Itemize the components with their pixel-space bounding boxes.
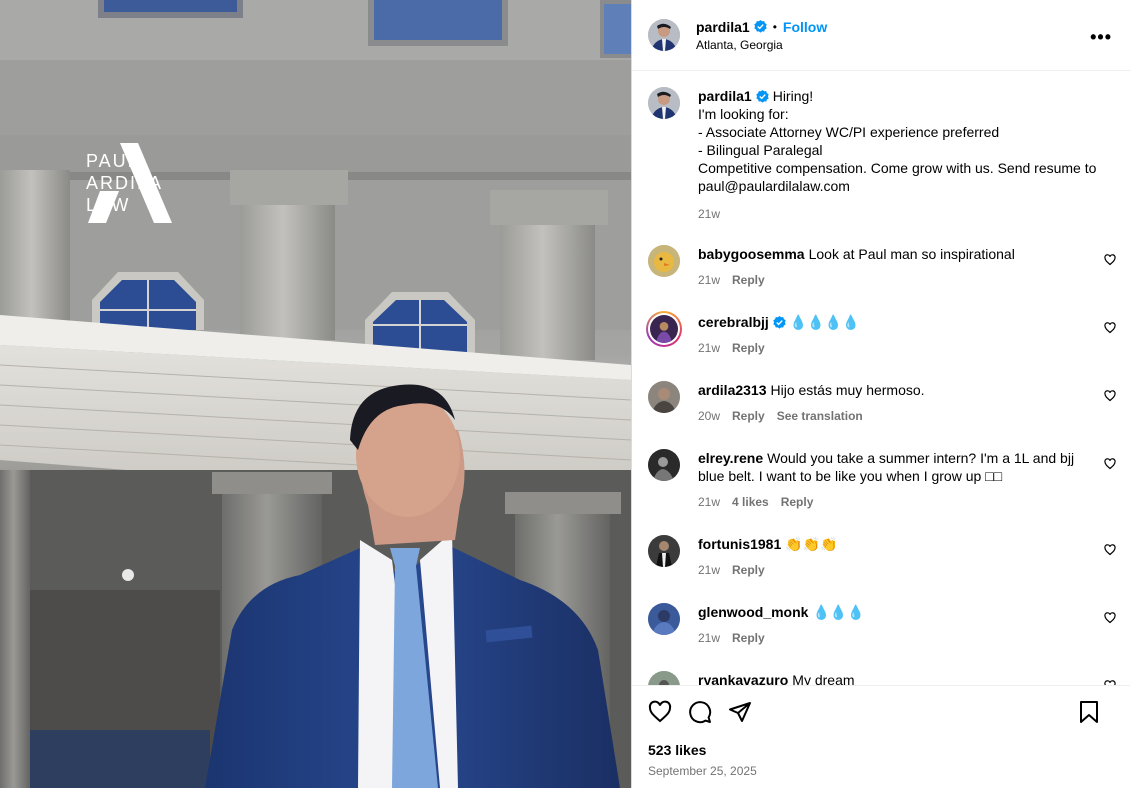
comment: glenwood_monk 💧💧💧 21w Reply	[632, 603, 1130, 647]
post-actions	[648, 686, 1114, 738]
reply-button[interactable]: Reply	[732, 629, 765, 647]
comment-text: My dream	[792, 672, 855, 685]
caption-line: I'm looking for:	[698, 106, 789, 122]
like-comment-heart-icon[interactable]	[1104, 612, 1116, 624]
caption-username[interactable]: pardila1	[698, 88, 752, 104]
see-translation-button[interactable]: See translation	[777, 407, 863, 425]
comment-timestamp[interactable]: 21w	[698, 339, 720, 357]
commenter-avatar	[650, 315, 678, 343]
reply-button[interactable]: Reply	[732, 407, 765, 425]
author-username[interactable]: pardila1	[696, 19, 750, 35]
brand-logo: PAUL ARDILA LAW	[86, 143, 172, 223]
commenter-avatar[interactable]	[648, 603, 680, 635]
like-comment-heart-icon[interactable]	[1104, 458, 1116, 470]
caption-line: - Bilingual Paralegal	[698, 142, 823, 158]
comment-username[interactable]: ardila2313	[698, 382, 767, 398]
comment: babygoosemma Look at Paul man so inspirat…	[632, 245, 1130, 289]
brand-a-mark-icon	[88, 143, 172, 223]
commenter-avatar[interactable]	[648, 245, 680, 277]
comment-username[interactable]: cerebralbjj	[698, 314, 769, 330]
caption-line: - Associate Attorney WC/PI experience pr…	[698, 124, 1000, 140]
caption-line: Hiring!	[772, 88, 814, 104]
commenter-avatar[interactable]	[648, 381, 680, 413]
like-comment-heart-icon[interactable]	[1104, 254, 1116, 266]
save-bookmark-icon[interactable]	[1078, 700, 1100, 724]
comment-text: 💧💧💧💧	[789, 314, 860, 330]
comment-username[interactable]: elrey.rene	[698, 450, 763, 466]
share-send-icon[interactable]	[728, 700, 752, 724]
like-comment-heart-icon[interactable]	[1104, 322, 1116, 334]
caption-timestamp[interactable]: 21w	[698, 205, 720, 223]
reply-button[interactable]: Reply	[781, 493, 814, 511]
reply-button[interactable]: Reply	[732, 339, 765, 357]
post-sidebar: pardila1 • Follow Atlanta, Georgia ••• p…	[631, 0, 1130, 788]
comment-text: 👏👏👏	[785, 536, 838, 552]
comment-text: Look at Paul man so inspirational	[808, 246, 1015, 262]
comment-timestamp[interactable]: 21w	[698, 561, 720, 579]
reply-button[interactable]: Reply	[732, 271, 765, 289]
comment: ardila2313 Hijo estás muy hermoso. 20w Rep…	[632, 381, 1130, 425]
comments-list[interactable]: pardila1 Hiring! I'm looking for: - Assoc…	[632, 71, 1130, 685]
comment: fortunis1981 👏👏👏 21w Reply	[632, 535, 1130, 579]
post-location[interactable]: Atlanta, Georgia	[696, 38, 827, 52]
comment-timestamp[interactable]: 21w	[698, 493, 720, 511]
post-image[interactable]: PAUL ARDILA LAW	[0, 0, 631, 788]
author-avatar[interactable]	[648, 87, 680, 119]
comment-username[interactable]: glenwood_monk	[698, 604, 808, 620]
comment-likes-count[interactable]: 4 likes	[732, 493, 769, 511]
comment-text: 💧💧💧	[812, 604, 865, 620]
post-caption: pardila1 Hiring! I'm looking for: - Assoc…	[632, 87, 1130, 223]
separator-dot: •	[772, 19, 777, 34]
post-header: pardila1 • Follow Atlanta, Georgia •••	[632, 0, 1130, 71]
commenter-avatar[interactable]	[648, 535, 680, 567]
building-photo	[0, 0, 631, 788]
likes-count[interactable]: 523 likes	[648, 742, 1114, 758]
comment-timestamp[interactable]: 21w	[698, 271, 720, 289]
comment-username[interactable]: fortunis1981	[698, 536, 781, 552]
comment-bubble-icon[interactable]	[688, 700, 712, 724]
more-options-icon[interactable]: •••	[1090, 27, 1112, 48]
follow-button[interactable]: Follow	[783, 19, 827, 35]
comment: elrey.rene Would you take a summer intern…	[632, 449, 1130, 511]
caption-email-link[interactable]: paul@paulardilalaw.com	[698, 177, 1098, 195]
commenter-avatar[interactable]	[648, 671, 680, 685]
comment-timestamp[interactable]: 20w	[698, 407, 720, 425]
verified-badge-icon	[756, 90, 769, 103]
comment: cerebralbjj 💧💧💧💧 21w Reply	[632, 311, 1130, 357]
like-comment-heart-icon[interactable]	[1104, 390, 1116, 402]
post-footer: 523 likes September 25, 2025	[632, 685, 1130, 788]
verified-badge-icon	[773, 316, 786, 329]
comment-username[interactable]: ryankavazuro	[698, 672, 788, 685]
comment-text: Hijo estás muy hermoso.	[770, 382, 925, 398]
like-comment-heart-icon[interactable]	[1104, 544, 1116, 556]
comment-timestamp[interactable]: 21w	[698, 629, 720, 647]
verified-badge-icon	[754, 20, 767, 33]
commenter-avatar[interactable]	[648, 449, 680, 481]
story-ring[interactable]	[646, 311, 682, 347]
post-date[interactable]: September 25, 2025	[648, 764, 1114, 778]
like-heart-icon[interactable]	[648, 700, 672, 724]
comment-username[interactable]: babygoosemma	[698, 246, 805, 262]
caption-line: Competitive compensation. Come grow with…	[698, 160, 1097, 176]
author-avatar[interactable]	[648, 19, 680, 51]
reply-button[interactable]: Reply	[732, 561, 765, 579]
comment: ryankavazuro My dream	[632, 671, 1130, 685]
